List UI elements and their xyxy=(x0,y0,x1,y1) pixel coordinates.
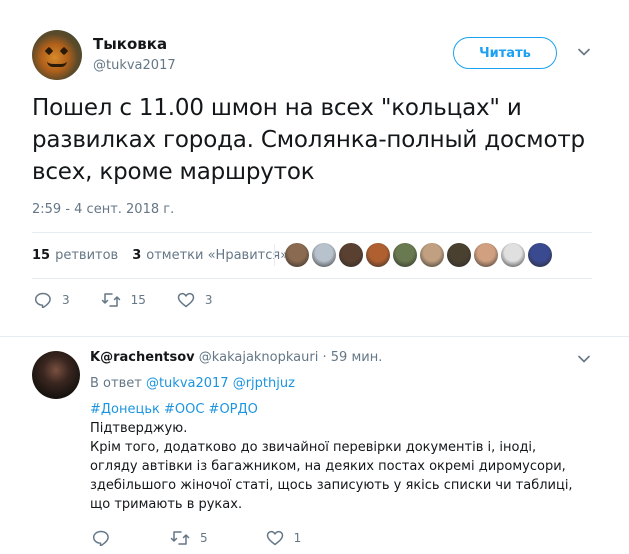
stats-separator xyxy=(274,244,275,266)
liker-avatar[interactable] xyxy=(474,243,498,267)
reply-icon xyxy=(92,530,109,546)
reply-to: В ответ @tukva2017 @rjpthjuz xyxy=(90,376,295,391)
retweet-action[interactable]: 5 xyxy=(170,530,208,546)
retweets-stat[interactable]: 15 ретвитов xyxy=(32,248,118,263)
like-action[interactable]: 1 xyxy=(266,530,302,546)
chevron-down-icon[interactable] xyxy=(578,46,590,58)
reply-action[interactable] xyxy=(92,530,120,546)
divider xyxy=(32,278,592,279)
retweets-label: ретвитов xyxy=(55,247,119,263)
reply-time[interactable]: 59 мин. xyxy=(331,350,383,365)
like-count: 3 xyxy=(204,293,213,307)
liker-avatar[interactable] xyxy=(501,243,525,267)
author-avatar[interactable] xyxy=(32,30,82,80)
author-handle[interactable]: @tukva2017 xyxy=(93,58,176,73)
reply-to-user[interactable]: @tukva2017 xyxy=(146,376,229,391)
chevron-down-icon[interactable] xyxy=(578,353,590,365)
retweets-count: 15 xyxy=(32,247,51,263)
tweet-timestamp[interactable]: 2:59 - 4 сент. 2018 г. xyxy=(32,202,174,217)
reply-icon xyxy=(34,292,51,308)
reply-line1: Підтверджую. xyxy=(90,421,188,436)
liker-avatar[interactable] xyxy=(528,243,552,267)
reply-action[interactable]: 3 xyxy=(34,292,70,308)
liker-avatar[interactable] xyxy=(447,243,471,267)
liker-avatar[interactable] xyxy=(285,243,309,267)
retweet-count: 15 xyxy=(130,293,146,307)
likes-stat[interactable]: 3 отметки «Нравится» xyxy=(132,248,288,263)
reply-to-user[interactable]: @rjpthjuz xyxy=(233,376,295,391)
like-action[interactable]: 3 xyxy=(177,292,213,308)
reply-to-prefix: В ответ xyxy=(90,376,142,391)
reply-body-text: Крім того, додатково до звичайної переві… xyxy=(90,440,573,512)
liker-avatar[interactable] xyxy=(393,243,417,267)
tweet-text: Пошел с 11.00 шмон на всех "кольцах" и р… xyxy=(32,95,585,185)
tweet-actions: 3 15 3 xyxy=(34,292,244,308)
reply-separator-dot: · xyxy=(322,350,327,365)
reply-author-handle[interactable]: @kakajaknopkauri xyxy=(199,350,319,365)
reply-separator xyxy=(0,336,629,337)
liker-avatar[interactable] xyxy=(312,243,336,267)
retweet-count: 5 xyxy=(200,531,208,545)
divider xyxy=(32,232,592,233)
retweet-action[interactable]: 15 xyxy=(101,292,146,308)
like-count: 1 xyxy=(293,531,302,545)
follow-button[interactable]: Читать xyxy=(453,37,557,69)
retweet-icon xyxy=(101,293,120,307)
likes-label: отметки «Нравится» xyxy=(146,247,289,263)
liker-avatar[interactable] xyxy=(420,243,444,267)
reply-header: K@rachentsov @kakajaknopkauri · 59 мин. xyxy=(90,350,382,365)
reply-count: 3 xyxy=(62,293,70,307)
heart-icon xyxy=(266,530,283,546)
reply-author-avatar[interactable] xyxy=(32,351,80,399)
author-name[interactable]: Тыковка xyxy=(93,35,167,53)
liker-avatars xyxy=(285,243,555,267)
reply-hashtags[interactable]: #Донецьк #ООС #ОРДО xyxy=(90,400,580,419)
likes-count: 3 xyxy=(132,247,142,263)
retweet-icon xyxy=(170,531,190,545)
liker-avatar[interactable] xyxy=(339,243,363,267)
reply-author-name[interactable]: K@rachentsov xyxy=(90,350,195,365)
reply-actions: 5 1 xyxy=(92,530,351,546)
liker-avatar[interactable] xyxy=(366,243,390,267)
tweet-stats: 15 ретвитов 3 отметки «Нравится» xyxy=(32,240,302,270)
reply-text: #Донецьк #ООС #ОРДО Підтверджую. Крім то… xyxy=(90,400,580,514)
heart-icon xyxy=(177,292,195,308)
